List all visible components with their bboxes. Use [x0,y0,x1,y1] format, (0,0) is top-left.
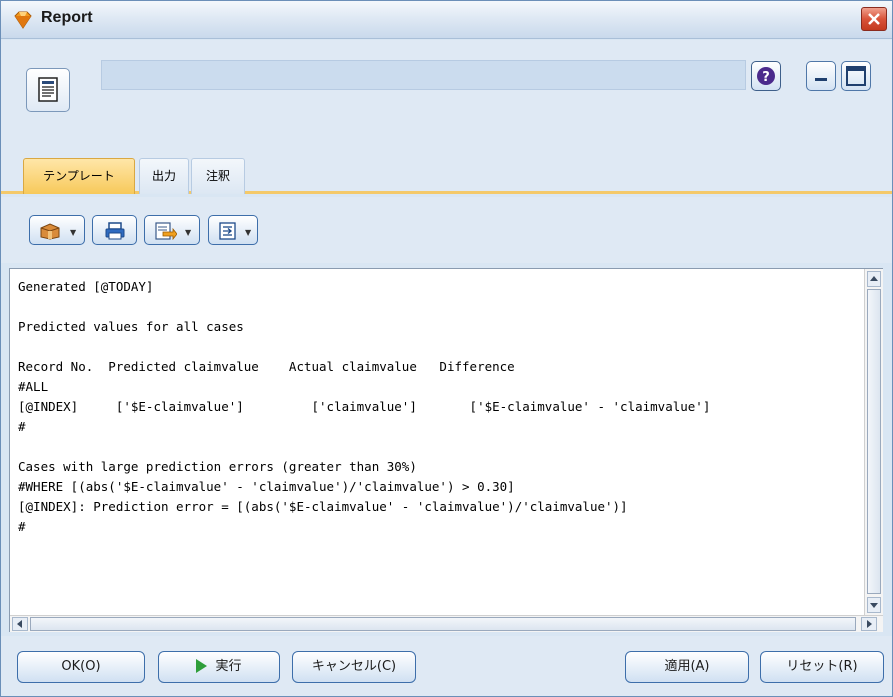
maximize-button[interactable] [841,61,871,91]
horizontal-scrollbar[interactable] [10,615,883,632]
close-icon [868,13,880,25]
template-line[interactable] [18,437,858,457]
export-button[interactable]: ▼ [144,215,200,245]
tab-annotations[interactable]: 注釈 [191,158,245,194]
package-button[interactable]: ▼ [29,215,85,245]
dropdown-caret-icon: ▼ [185,228,192,237]
template-line[interactable]: Predicted values for all cases [18,317,858,337]
template-line[interactable]: [@INDEX] ['$E-claimvalue'] ['claimvalue'… [18,397,858,417]
template-line[interactable]: Generated [@TODAY] [18,277,858,297]
title-bar[interactable]: Report [1,1,892,39]
template-editor[interactable]: Generated [@TODAY] Predicted values for … [9,268,883,632]
template-line[interactable]: #ALL [18,377,858,397]
report-node-icon [26,68,70,112]
scroll-left-icon[interactable] [12,617,28,631]
reset-button[interactable]: リセット(R) [760,651,884,683]
template-text[interactable]: Generated [@TODAY] Predicted values for … [18,277,858,607]
template-line[interactable]: Record No. Predicted claimvalue Actual c… [18,357,858,377]
tab-bar: テンプレート 出力 注釈 [1,148,892,194]
vertical-scrollbar[interactable] [864,269,883,615]
print-button[interactable] [92,215,137,245]
ok-button[interactable]: OK(O) [17,651,145,683]
template-line[interactable]: [@INDEX]: Prediction error = [(abs('$E-c… [18,497,858,517]
help-button[interactable]: ? [751,61,781,91]
dropdown-caret-icon: ▼ [70,228,77,237]
horizontal-scroll-thumb[interactable] [30,617,856,631]
diamond-app-icon [13,10,33,30]
template-line[interactable]: # [18,417,858,437]
tab-output[interactable]: 出力 [139,158,189,194]
print-icon [105,222,125,240]
svg-text:?: ? [762,70,770,85]
scroll-right-icon[interactable] [861,617,877,631]
scroll-down-icon[interactable] [867,597,881,613]
run-label: 実行 [215,659,242,674]
run-button[interactable]: 実行 [158,651,280,683]
dropdown-caret-icon: ▼ [245,228,252,237]
export-icon [155,222,177,240]
maximize-icon [846,66,866,86]
template-line[interactable]: #WHERE [(abs('$E-claimvalue' - 'claimval… [18,477,858,497]
cancel-button[interactable]: キャンセル(C) [292,651,416,683]
insert-field-button[interactable]: ▼ [208,215,258,245]
help-icon: ? [757,67,775,85]
window-title: Report [41,9,93,26]
vertical-scroll-thumb[interactable] [867,289,881,594]
template-line[interactable] [18,337,858,357]
package-icon [40,223,60,240]
node-name-field[interactable] [101,60,746,90]
toolbar: ▼ ▼ ▼ [1,197,892,263]
template-line[interactable]: Cases with large prediction errors (grea… [18,457,858,477]
report-dialog: Report ? テンプレート 出力 注釈 ▼ ▼ ▼ Generated [@… [0,0,893,697]
minimize-button[interactable] [806,61,836,91]
button-bar: OK(O) 実行 キャンセル(C) 適用(A) リセット(R) [1,636,892,696]
template-line[interactable]: # [18,517,858,537]
header-area: ? [1,40,892,148]
tab-template[interactable]: テンプレート [23,158,135,194]
run-play-icon [196,658,208,673]
insert-field-icon [219,222,236,240]
minimize-icon [815,78,827,81]
template-line[interactable] [18,297,858,317]
apply-button[interactable]: 適用(A) [625,651,749,683]
scroll-up-icon[interactable] [867,271,881,287]
report-document-icon [38,77,58,102]
close-button[interactable] [861,7,887,31]
